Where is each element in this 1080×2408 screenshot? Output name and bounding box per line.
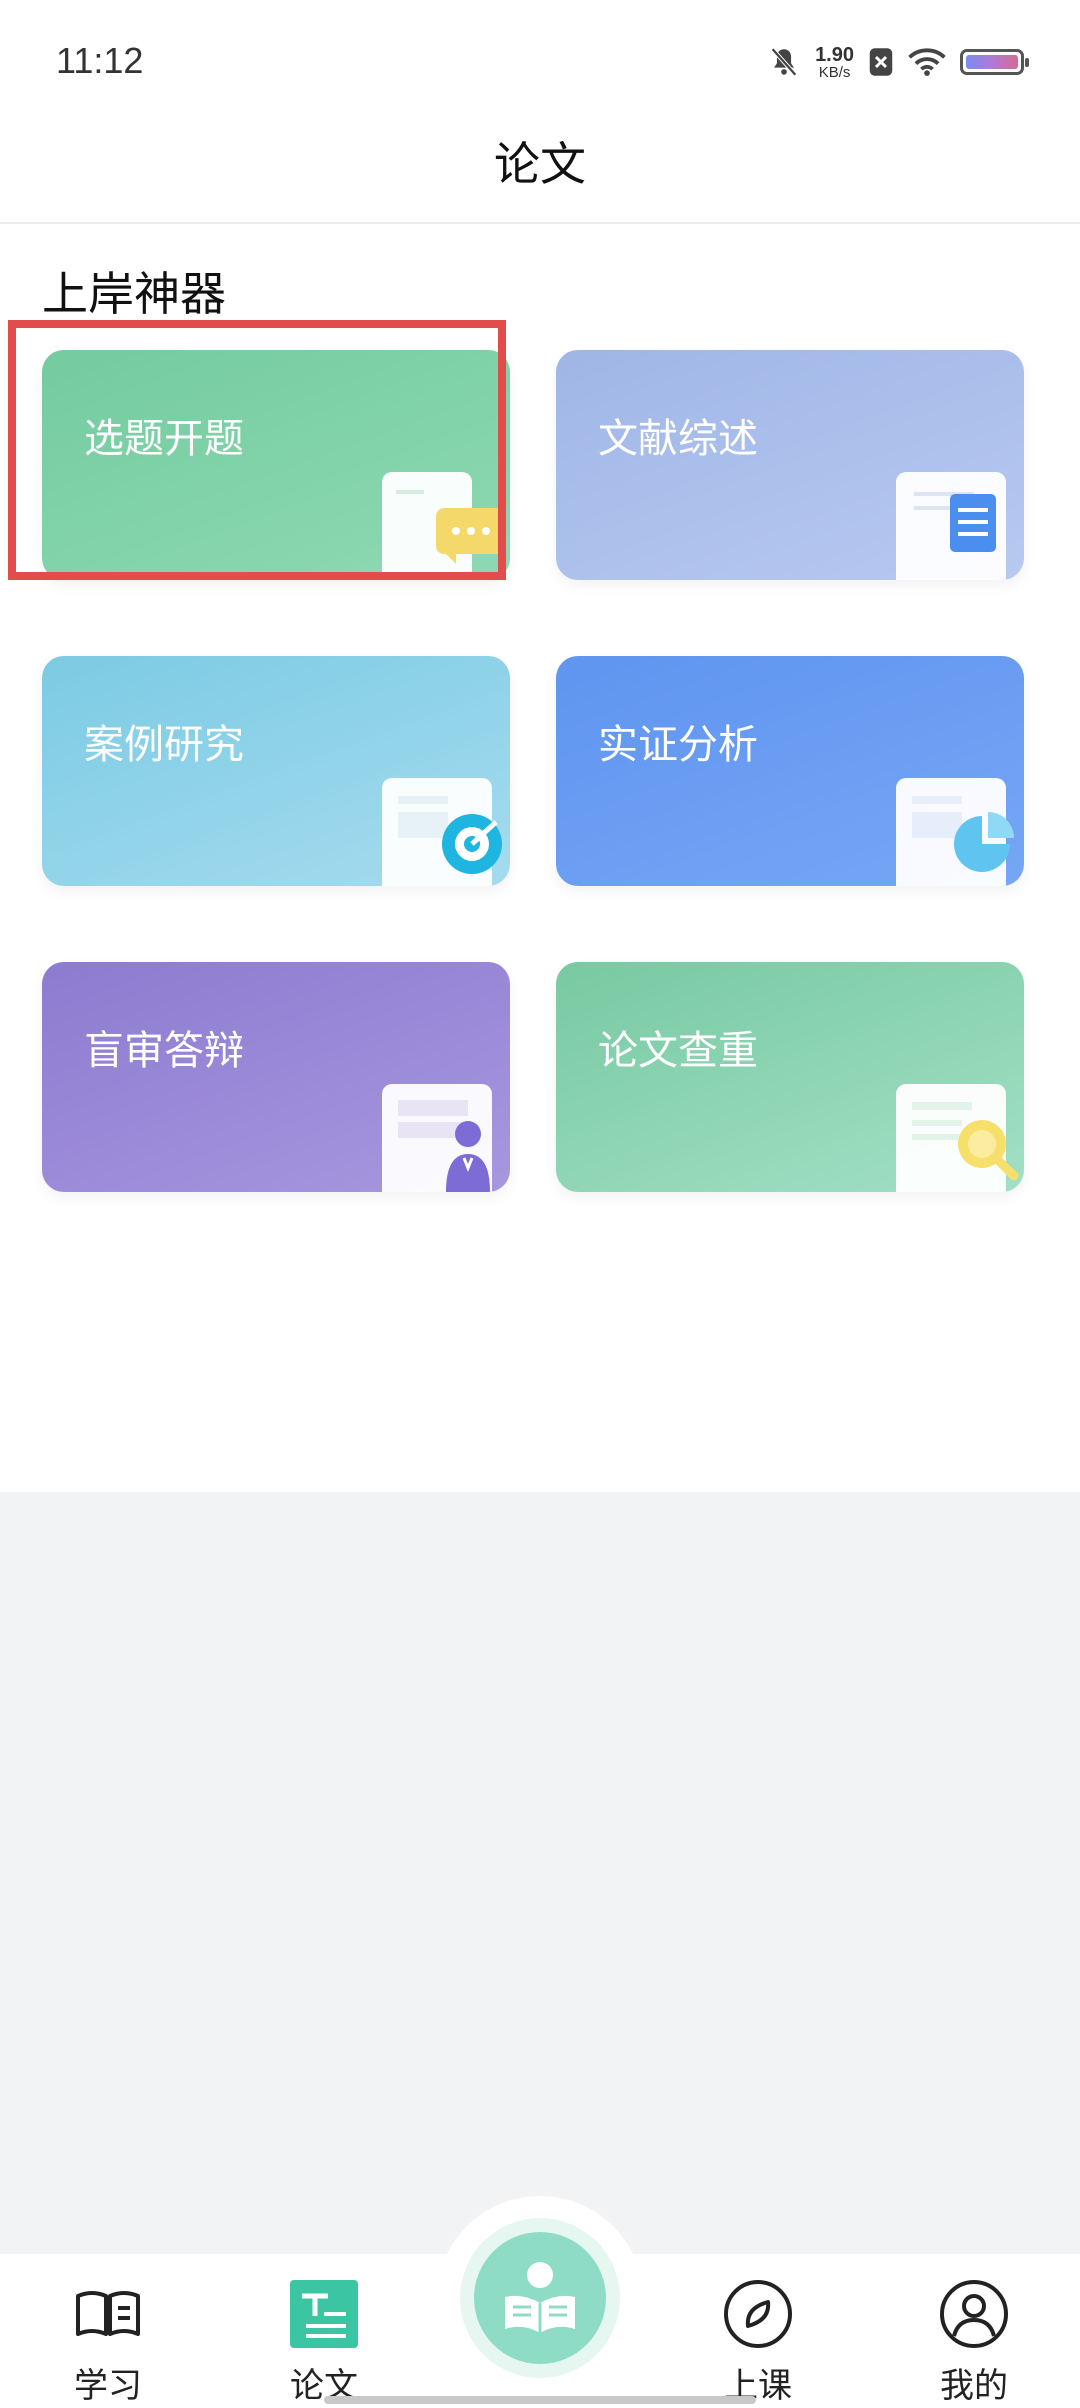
card-plagiarism-check[interactable]: 论文查重 xyxy=(556,962,1024,1192)
status-icons: 1.90 KB/s xyxy=(767,40,1029,84)
card-label: 论文查重 xyxy=(598,1028,758,1074)
card-blind-review-defense[interactable]: 盲审答辩 xyxy=(42,962,510,1192)
status-time: 11:12 xyxy=(56,40,144,81)
nav-item-class[interactable]: 上课 xyxy=(688,2274,828,2407)
card-label: 盲审答辩 xyxy=(84,1028,244,1074)
nav-label: 我的 xyxy=(940,2366,1008,2406)
card-label: 实证分析 xyxy=(598,722,758,768)
sim-x-icon xyxy=(869,48,893,76)
page-title: 论文 xyxy=(494,137,586,191)
card-label: 文献综述 xyxy=(598,416,758,462)
nav-item-thesis[interactable]: 论文 xyxy=(254,2274,394,2407)
user-circle-icon xyxy=(940,2280,1008,2348)
wifi-icon xyxy=(908,48,946,76)
highlight-box xyxy=(8,320,506,580)
battery-icon xyxy=(960,49,1029,75)
card-literature-review[interactable]: 文献综述 xyxy=(556,350,1024,580)
network-speed-value: 1.90 xyxy=(815,43,854,66)
network-speed-unit: KB/s xyxy=(818,63,851,81)
document-lines-icon xyxy=(290,2280,358,2348)
network-speed: 1.90 KB/s xyxy=(815,45,854,80)
presenter-document-icon xyxy=(382,1084,492,1192)
bell-muted-icon xyxy=(771,47,797,77)
center-reading-button[interactable] xyxy=(460,2218,620,2378)
nav-item-profile[interactable]: 我的 xyxy=(904,2274,1044,2407)
open-book-icon xyxy=(76,2291,140,2336)
card-case-study[interactable]: 案例研究 xyxy=(42,656,510,886)
pie-chart-document-icon xyxy=(896,778,1014,886)
status-bar: 11:12 1.90 KB/s xyxy=(0,0,1080,120)
nav-item-study[interactable]: 学习 xyxy=(38,2274,178,2407)
target-document-icon xyxy=(382,778,502,886)
card-empirical-analysis[interactable]: 实证分析 xyxy=(556,656,1024,886)
literature-document-icon xyxy=(896,472,1006,580)
home-indicator xyxy=(324,2396,756,2404)
section-title: 上岸神器 xyxy=(42,267,226,321)
card-label: 案例研究 xyxy=(84,722,244,768)
magnifier-document-icon xyxy=(896,1084,1019,1192)
nav-label: 学习 xyxy=(74,2366,142,2406)
reading-person-icon xyxy=(505,2262,575,2333)
header-divider xyxy=(0,222,1080,224)
compass-icon xyxy=(724,2280,792,2348)
